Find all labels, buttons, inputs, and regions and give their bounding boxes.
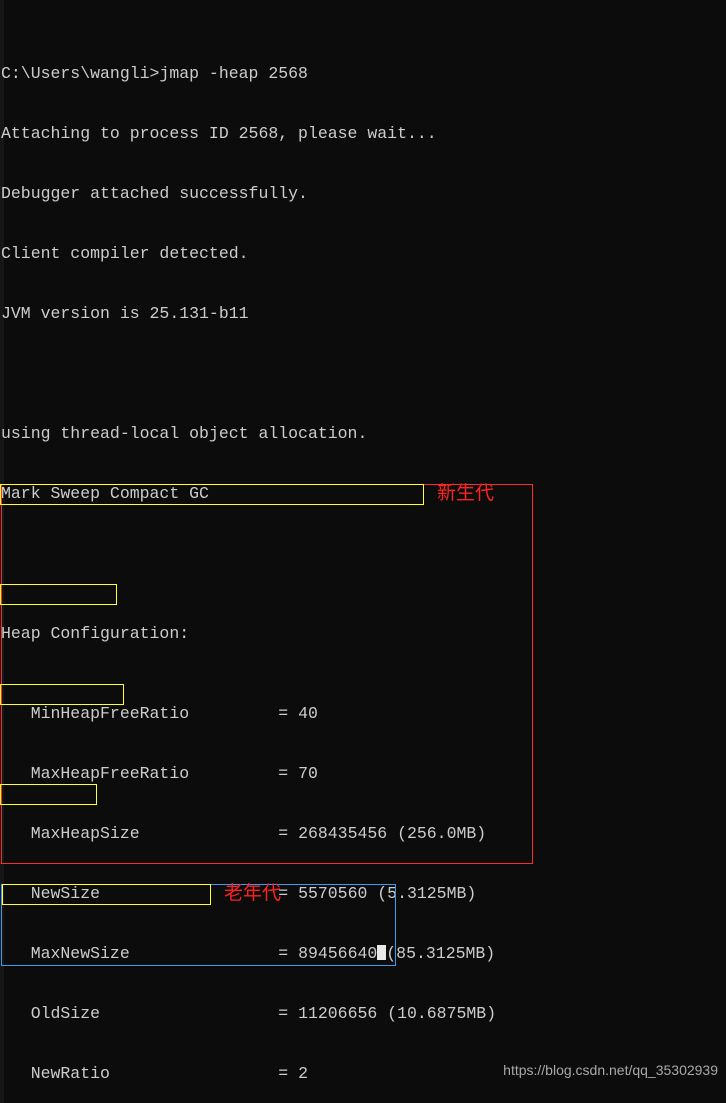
config-row-minheapfreeratio: MinHeapFreeRatio = 40 bbox=[1, 704, 721, 724]
config-key: OldSize = bbox=[1, 1004, 299, 1023]
config-value: 268435456 (256.0MB) bbox=[298, 824, 487, 843]
config-value: 2 bbox=[298, 1064, 308, 1083]
attaching-line: Attaching to process ID 2568, please wai… bbox=[1, 124, 437, 143]
config-value-tail: (85.3125MB) bbox=[386, 944, 496, 963]
config-row-oldsize: OldSize = 11206656 (10.6875MB) bbox=[1, 1004, 721, 1024]
command-line: C:\Users\wangli>jmap -heap 2568 bbox=[1, 64, 308, 83]
config-value: 89456640 bbox=[298, 944, 378, 963]
watermark-url: https://blog.csdn.net/qq_35302939 bbox=[503, 1062, 718, 1078]
config-key: MaxHeapFreeRatio = bbox=[1, 764, 299, 783]
config-value: 11206656 (10.6875MB) bbox=[298, 1004, 497, 1023]
config-key: MaxHeapSize = bbox=[1, 824, 299, 843]
config-value: 5570560 (5.3125MB) bbox=[298, 884, 477, 903]
jvm-version-line: JVM version is 25.131-b11 bbox=[1, 304, 249, 323]
terminal-window[interactable]: C:\Users\wangli>jmap -heap 2568 Attachin… bbox=[0, 0, 726, 1103]
debugger-line: Debugger attached successfully. bbox=[1, 184, 308, 203]
gc-line: Mark Sweep Compact GC bbox=[1, 484, 209, 503]
young-generation-label: 新生代 bbox=[437, 482, 495, 504]
terminal-output: C:\Users\wangli>jmap -heap 2568 Attachin… bbox=[1, 4, 721, 1103]
config-key: MinHeapFreeRatio = bbox=[1, 704, 299, 723]
config-row-maxnewsize: MaxNewSize = 89456640 (85.3125MB) bbox=[1, 944, 721, 964]
heap-configuration-header: Heap Configuration: bbox=[1, 624, 190, 643]
config-key: NewRatio = bbox=[1, 1064, 299, 1083]
tlab-line: using thread-local object allocation. bbox=[1, 424, 368, 443]
config-row-newsize: NewSize = 5570560 (5.3125MB) bbox=[1, 884, 721, 904]
old-generation-label: 老年代 bbox=[224, 882, 282, 904]
text-cursor bbox=[377, 945, 387, 960]
config-value: 70 bbox=[298, 764, 318, 783]
config-key: MaxNewSize = bbox=[1, 944, 299, 963]
compiler-line: Client compiler detected. bbox=[1, 244, 249, 263]
config-row-maxheapfreeratio: MaxHeapFreeRatio = 70 bbox=[1, 764, 721, 784]
config-value: 40 bbox=[298, 704, 318, 723]
config-row-maxheapsize: MaxHeapSize = 268435456 (256.0MB) bbox=[1, 824, 721, 844]
